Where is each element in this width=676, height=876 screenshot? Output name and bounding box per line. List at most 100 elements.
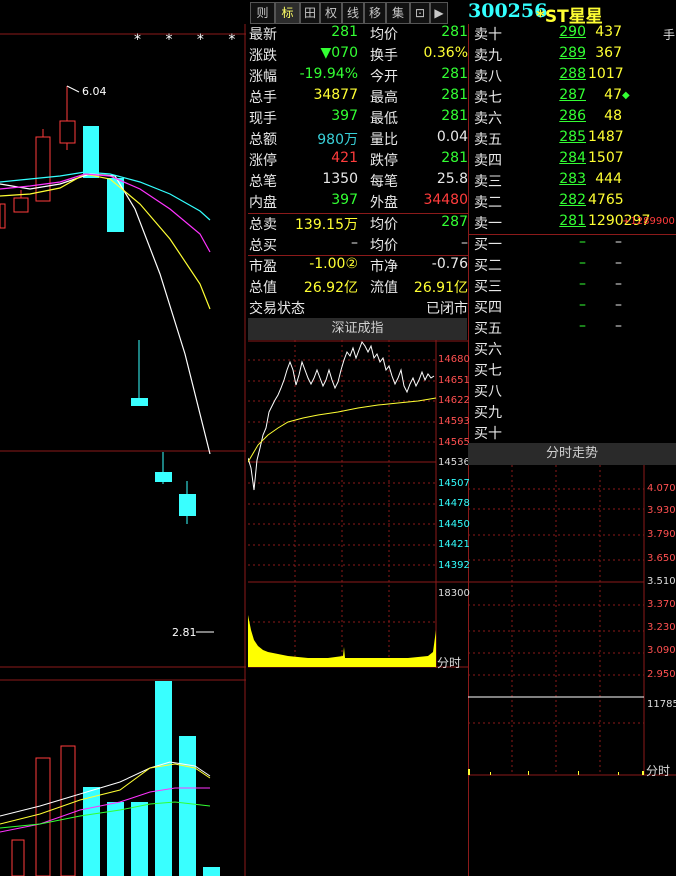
bid-row[interactable]: 买五 – – (468, 318, 676, 339)
bid-row[interactable]: 买二 – – (468, 255, 676, 276)
index-price-tick: 14593 (438, 416, 470, 427)
quote-value: ▼070 (320, 45, 359, 61)
volume-bar (203, 867, 220, 876)
quote-label: 换手 (370, 48, 398, 64)
ob-volume: 1290297 (588, 213, 651, 229)
toolbar-button-4[interactable]: 线 (342, 2, 364, 24)
ob-volume: 437 (595, 24, 622, 40)
ob-volume: – (615, 297, 622, 313)
bid-row[interactable]: 买八 (468, 381, 676, 402)
index-panel-title[interactable]: 深证成指 (248, 318, 467, 340)
toolbar-button-5[interactable]: 移 (364, 2, 386, 24)
quote-row: 总额 980万 量比 0.04 (248, 129, 468, 150)
quote-value: 34480 (423, 192, 468, 208)
volume-bar (35, 757, 51, 876)
toolbar-button-1[interactable]: 标 (275, 2, 300, 24)
ask-row[interactable]: 卖七 287 47 ◆ (468, 87, 676, 108)
toolbar-button-7[interactable]: ⊡ (410, 2, 430, 24)
quote-value: 980万 (317, 132, 358, 148)
quote-label: 总手 (249, 90, 277, 106)
ob-price: 287 (559, 87, 586, 103)
trend-price-tick: 3.930 (647, 505, 676, 516)
quote-value: 25.8 (436, 171, 468, 187)
trend-price-tick: 3.510 (647, 576, 676, 587)
quote-label: 总笔 (249, 174, 277, 190)
quote-row: 总值 26.92亿 流值 26.91亿 (248, 277, 468, 298)
bid-row[interactable]: 买七 (468, 360, 676, 381)
ob-volume: 48 (604, 108, 622, 124)
quote-value: 26.92亿 (303, 280, 358, 296)
quote-label: 均价 (370, 217, 398, 233)
quote-label: 涨停 (249, 153, 277, 169)
quote-value: -1.00② (309, 256, 358, 272)
bid-row[interactable]: 买十 (468, 423, 676, 444)
quote-row: 总手 34877 最高 281 (248, 87, 468, 108)
ob-volume: – (615, 234, 622, 250)
trend-panel-title[interactable]: 分时走势 (468, 443, 676, 465)
ob-label: 买一 (474, 237, 502, 253)
volume-bar (131, 802, 148, 876)
quote-value: 281 (441, 87, 468, 103)
bid-row[interactable]: 买九 (468, 402, 676, 423)
ma10-line (0, 173, 211, 310)
ob-label: 卖六 (474, 111, 502, 127)
ask-row[interactable]: 卖三 283 444 (468, 171, 676, 192)
candle (0, 203, 6, 229)
ask-row[interactable]: 卖四 284 1507 (468, 150, 676, 171)
trend-price-tick: 4.070 (647, 483, 676, 494)
vol-ma-green (0, 801, 211, 829)
ob-label: 卖七 (474, 90, 502, 106)
ask-row[interactable]: 卖九 289 367 (468, 45, 676, 66)
quote-value: 281 (441, 66, 468, 82)
ask-row[interactable]: 卖二 282 4765 (468, 192, 676, 213)
ob-label: 买八 (474, 384, 502, 400)
toolbar-button-0[interactable]: 则 (250, 2, 275, 24)
ob-volume: 1507 (588, 150, 624, 166)
index-price-tick: 14478 (438, 498, 470, 509)
ask-row[interactable]: 卖十 290 437 (468, 24, 676, 45)
ask-row[interactable]: 卖六 286 48 (468, 108, 676, 129)
ob-volume: 444 (595, 171, 622, 187)
quote-label: 均价 (370, 27, 398, 43)
quote-value: 421 (331, 150, 358, 166)
ob-label: 卖一 (474, 216, 502, 232)
candle (83, 126, 99, 178)
ob-label: 买九 (474, 405, 502, 421)
quote-value: 281 (441, 108, 468, 124)
ask-row[interactable]: 卖八 288 1017 (468, 66, 676, 87)
trend-price-tick: 2.950 (647, 669, 676, 680)
quote-value: 287 (441, 214, 468, 230)
toolbar-button-8[interactable]: ▶ (430, 2, 448, 24)
ob-volume: – (615, 255, 622, 271)
ob-label: 卖二 (474, 195, 502, 211)
bid-row[interactable]: 买一 – – (468, 234, 676, 255)
quote-label: 最新 (249, 27, 277, 43)
quote-value: 397 (331, 108, 358, 124)
candle (59, 120, 76, 144)
candles (0, 86, 196, 524)
toolbar-button-3[interactable]: 权 (320, 2, 342, 24)
volume-bars (11, 681, 220, 876)
quote-value: – (351, 235, 358, 251)
quote-row: 涨跌 ▼070 换手 0.36% (248, 45, 468, 66)
ob-label: 卖三 (474, 174, 502, 190)
bid-row[interactable]: 买六 (468, 339, 676, 360)
ob-label: 买十 (474, 426, 502, 442)
bid-row[interactable]: 买三 – – (468, 276, 676, 297)
ask-row[interactable]: 卖一 281 1290297 +1289900 (468, 213, 676, 234)
trend-chart[interactable] (468, 465, 676, 777)
quote-label: 流值 (370, 280, 398, 296)
quote-row: 市盈 -1.00② 市净 -0.76 (248, 256, 468, 277)
quote-label: 市盈 (249, 259, 277, 275)
index-chart[interactable] (248, 340, 468, 670)
kline-chart[interactable]: 6.04 2.81 * * * * (0, 24, 246, 876)
quote-label: 外盘 (370, 195, 398, 211)
ask-row[interactable]: 卖五 285 1487 (468, 129, 676, 150)
trend-price-tick: 3.090 (647, 645, 676, 656)
toolbar-button-6[interactable]: 集 (386, 2, 410, 24)
toolbar-button-2[interactable]: 田 (300, 2, 320, 24)
quote-label: 最低 (370, 111, 398, 127)
ob-change: +1289900 (622, 216, 675, 227)
bid-row[interactable]: 买四 – – (468, 297, 676, 318)
vol-ma-magenta (0, 787, 210, 833)
